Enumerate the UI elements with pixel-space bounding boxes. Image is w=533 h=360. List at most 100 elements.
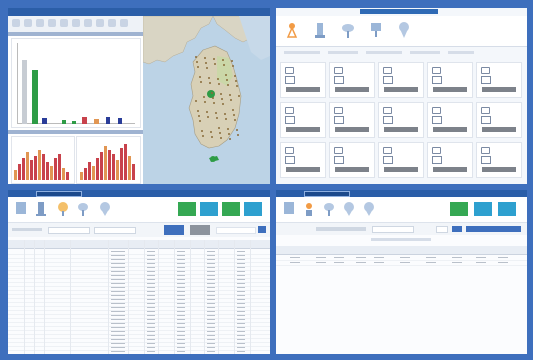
card-detail-button[interactable] <box>335 127 369 132</box>
date-input[interactable] <box>436 226 448 233</box>
map-icon[interactable] <box>48 19 56 27</box>
table-cell-text <box>237 271 245 272</box>
filter-option[interactable] <box>366 51 402 54</box>
station-dot <box>229 94 231 96</box>
card-detail-button[interactable] <box>433 167 467 172</box>
card-detail-button[interactable] <box>482 127 516 132</box>
cloud-sensor-icon[interactable] <box>76 201 90 217</box>
filter-option[interactable] <box>448 51 474 54</box>
summary-tile[interactable] <box>178 202 196 216</box>
location-pin-icon[interactable] <box>362 201 376 217</box>
station-card[interactable] <box>329 102 375 138</box>
station-card[interactable] <box>329 142 375 178</box>
network-icon[interactable] <box>368 21 384 39</box>
station-dot <box>219 132 221 134</box>
station-card[interactable] <box>427 62 473 98</box>
table-cell-text <box>237 259 245 260</box>
location-pin-icon[interactable] <box>342 201 356 217</box>
card-detail-button[interactable] <box>286 87 320 92</box>
station-card[interactable] <box>329 62 375 98</box>
histogram-bar <box>96 158 99 180</box>
monitor-icon[interactable] <box>302 201 316 217</box>
card-box-icon <box>432 76 442 84</box>
table-cell-text <box>177 343 185 344</box>
station-card[interactable] <box>476 102 522 138</box>
filter-option[interactable] <box>410 51 440 54</box>
section-header <box>8 32 143 36</box>
summary-tile[interactable] <box>222 202 240 216</box>
card-detail-button[interactable] <box>384 127 418 132</box>
action-buttons[interactable] <box>466 226 521 232</box>
summary-tile[interactable] <box>200 202 218 216</box>
table-cell-text <box>147 291 155 292</box>
monitor-icon[interactable] <box>34 201 48 217</box>
card-detail-button[interactable] <box>286 127 320 132</box>
summary-tile[interactable] <box>450 202 468 216</box>
print-icon[interactable] <box>84 19 92 27</box>
station-card[interactable] <box>378 62 424 98</box>
location-pin-icon[interactable] <box>98 201 112 217</box>
station-card[interactable] <box>427 142 473 178</box>
title-button[interactable] <box>360 9 438 14</box>
station-card[interactable] <box>378 142 424 178</box>
filter-option[interactable] <box>284 51 320 54</box>
date-input[interactable] <box>372 226 414 233</box>
cloud-sensor-icon[interactable] <box>322 201 336 217</box>
card-detail-button[interactable] <box>482 167 516 172</box>
card-detail-button[interactable] <box>286 167 320 172</box>
device-icon[interactable] <box>282 201 296 217</box>
filter-option[interactable] <box>328 51 358 54</box>
settings-icon[interactable] <box>72 19 80 27</box>
station-card[interactable] <box>280 62 326 98</box>
search-button[interactable] <box>452 226 462 232</box>
card-icon <box>432 67 441 74</box>
card-detail-button[interactable] <box>433 87 467 92</box>
toolbar <box>8 16 143 33</box>
table-cell-text <box>111 351 125 352</box>
station-card[interactable] <box>476 142 522 178</box>
card-detail-button[interactable] <box>384 87 418 92</box>
card-detail-button[interactable] <box>335 87 369 92</box>
page-size-select[interactable] <box>216 227 256 234</box>
station-card[interactable] <box>280 102 326 138</box>
korea-map[interactable] <box>143 16 270 184</box>
station-dot <box>220 93 222 95</box>
chart-icon[interactable] <box>36 19 44 27</box>
device-icon[interactable] <box>14 201 28 217</box>
export-button[interactable] <box>190 225 210 235</box>
search-button[interactable] <box>164 225 184 235</box>
station-card[interactable] <box>476 62 522 98</box>
station-card[interactable] <box>427 102 473 138</box>
card-detail-button[interactable] <box>384 167 418 172</box>
summary-tile[interactable] <box>498 202 516 216</box>
station-card[interactable] <box>378 102 424 138</box>
home-icon[interactable] <box>12 19 20 27</box>
folder-icon[interactable] <box>24 19 32 27</box>
user-icon[interactable] <box>120 19 128 27</box>
column-divider <box>204 240 205 354</box>
bar-blue <box>106 117 110 124</box>
card-detail-button[interactable] <box>335 167 369 172</box>
card-detail-button[interactable] <box>433 127 467 132</box>
tower-icon[interactable] <box>284 21 300 39</box>
summary-tile[interactable] <box>244 202 262 216</box>
column-divider <box>158 240 159 354</box>
station-icon[interactable] <box>312 21 328 39</box>
alert-icon[interactable] <box>56 201 70 217</box>
help-icon[interactable] <box>96 19 104 27</box>
card-detail-button[interactable] <box>482 87 516 92</box>
histogram-bar <box>46 162 49 180</box>
location-pin-icon[interactable] <box>396 21 412 39</box>
date-input[interactable] <box>48 227 90 234</box>
list-icon[interactable] <box>60 19 68 27</box>
table-cell-text <box>237 275 245 276</box>
station-dot <box>195 56 197 58</box>
cloud-sensor-icon[interactable] <box>340 21 356 39</box>
station-card[interactable] <box>280 142 326 178</box>
settings-button[interactable] <box>258 226 266 233</box>
date-input[interactable] <box>94 227 136 234</box>
table-cell-text <box>207 295 215 296</box>
summary-tile[interactable] <box>474 202 492 216</box>
refresh-icon[interactable] <box>108 19 116 27</box>
table-cell-text <box>111 343 125 344</box>
